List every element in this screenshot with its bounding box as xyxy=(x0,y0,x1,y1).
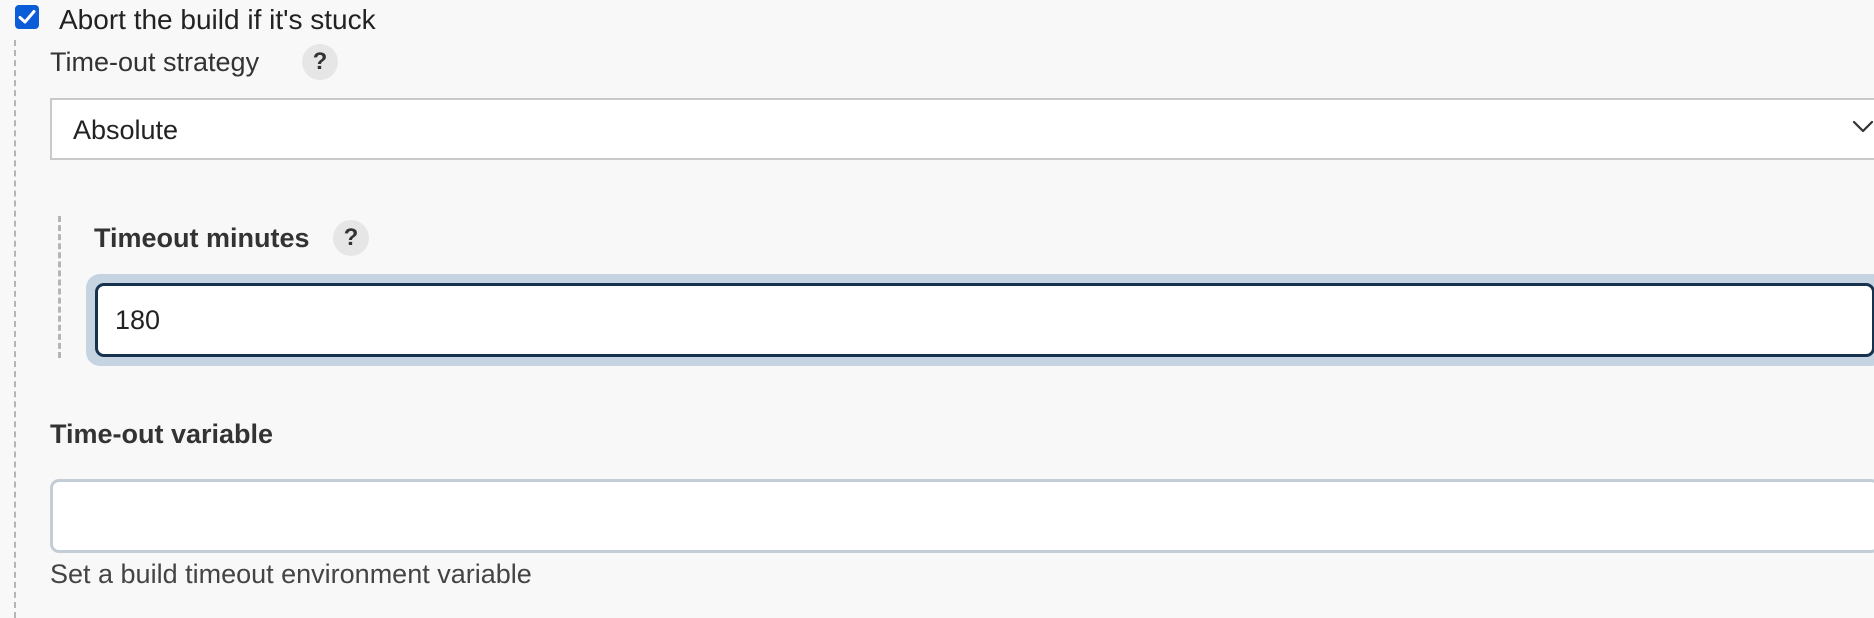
timeout-variable-label: Time-out variable xyxy=(50,419,274,449)
build-timeout-section: Abort the build if it's stuck Time-out s… xyxy=(0,0,1874,618)
timeout-strategy-select[interactable]: Absolute xyxy=(50,98,1874,160)
checkmark-icon xyxy=(18,10,36,24)
timeout-minutes-input[interactable] xyxy=(95,283,1874,357)
chevron-down-icon xyxy=(1852,120,1874,133)
timeout-strategy-label: Time-out strategy xyxy=(50,47,260,77)
abort-build-label[interactable]: Abort the build if it's stuck xyxy=(59,3,376,37)
timeout-strategy-help-icon[interactable]: ? xyxy=(302,44,338,80)
timeout-variable-description: Set a build timeout environment variable xyxy=(50,559,532,589)
timeout-variable-input[interactable] xyxy=(50,479,1874,553)
timeout-minutes-label: Timeout minutes xyxy=(94,223,310,253)
abort-build-checkbox[interactable] xyxy=(15,5,39,29)
timeout-minutes-help-icon[interactable]: ? xyxy=(333,220,369,256)
timeout-strategy-selected-value: Absolute xyxy=(73,115,179,145)
section-dashed-rail xyxy=(14,40,16,618)
strategy-options-dashed-rail xyxy=(58,216,61,358)
